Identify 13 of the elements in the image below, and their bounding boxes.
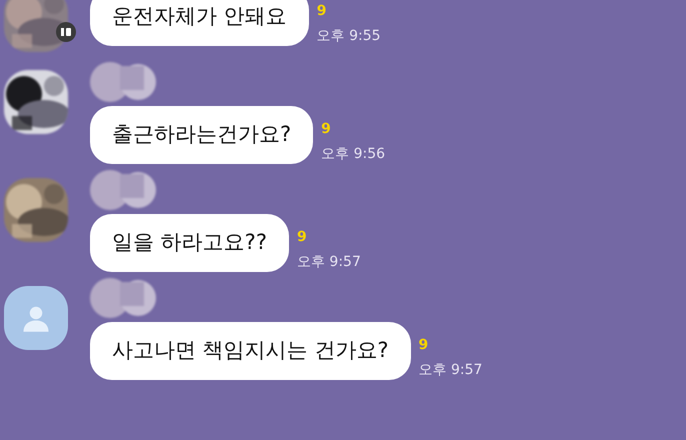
message-bubble: 일을 하라고요??: [90, 214, 289, 272]
message-time: 오후 9:57: [296, 253, 361, 272]
unread-count: 9: [418, 336, 430, 354]
message-time: 오후 9:55: [316, 27, 381, 46]
badge-icon: [56, 22, 76, 42]
unread-count: 9: [296, 228, 308, 246]
unread-count: 9: [321, 120, 332, 138]
message-bubble: 출근하라는건가요?: [90, 106, 314, 164]
message-time: 오후 9:56: [321, 145, 386, 164]
message-time: 오후 9:57: [418, 361, 482, 380]
message-bubble: 운전자체가 안돼요: [90, 0, 309, 46]
unread-count: 9: [316, 2, 328, 20]
message-bubble: 사고나면 책임지시는 건가요?: [90, 322, 410, 380]
